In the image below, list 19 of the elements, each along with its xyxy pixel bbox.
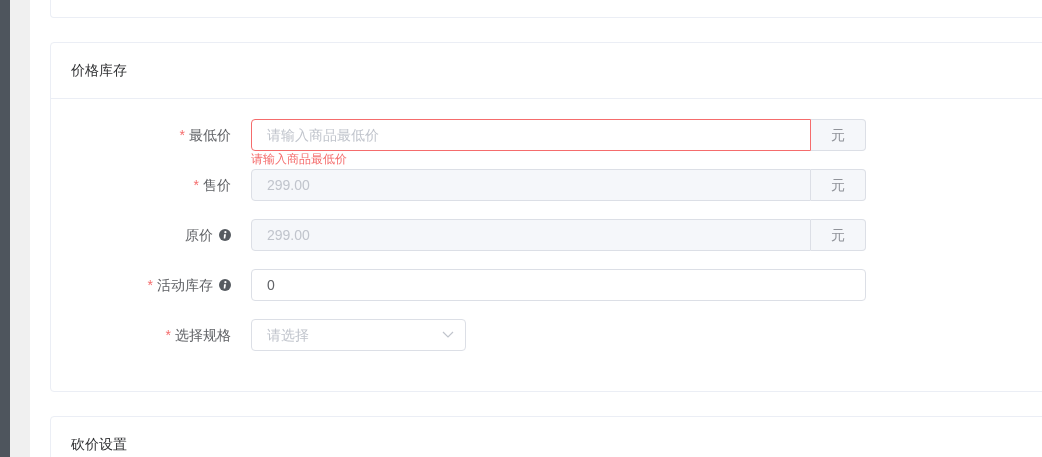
required-mark: *: [165, 325, 171, 345]
input-field[interactable]: 0: [251, 269, 866, 301]
field-label: 原价: [185, 225, 213, 245]
field-label: 售价: [203, 175, 231, 195]
unit-suffix: 元: [811, 119, 866, 151]
field-label: 选择规格: [175, 325, 231, 345]
required-mark: *: [147, 275, 153, 295]
field-label: 活动库存: [157, 275, 213, 295]
select-field[interactable]: 请选择: [251, 319, 466, 351]
section-title: 价格库存: [71, 61, 127, 80]
section-title: 砍价设置: [71, 435, 127, 454]
required-mark: *: [179, 125, 185, 145]
required-mark: *: [193, 175, 199, 195]
error-message: 请输入商品最低价: [251, 152, 347, 166]
unit-suffix: 元: [811, 219, 866, 251]
chevron-down-icon: [442, 331, 454, 339]
field-label: 最低价: [189, 125, 231, 145]
input-field[interactable]: 请输入商品最低价: [251, 119, 811, 151]
unit-suffix: 元: [811, 169, 866, 201]
